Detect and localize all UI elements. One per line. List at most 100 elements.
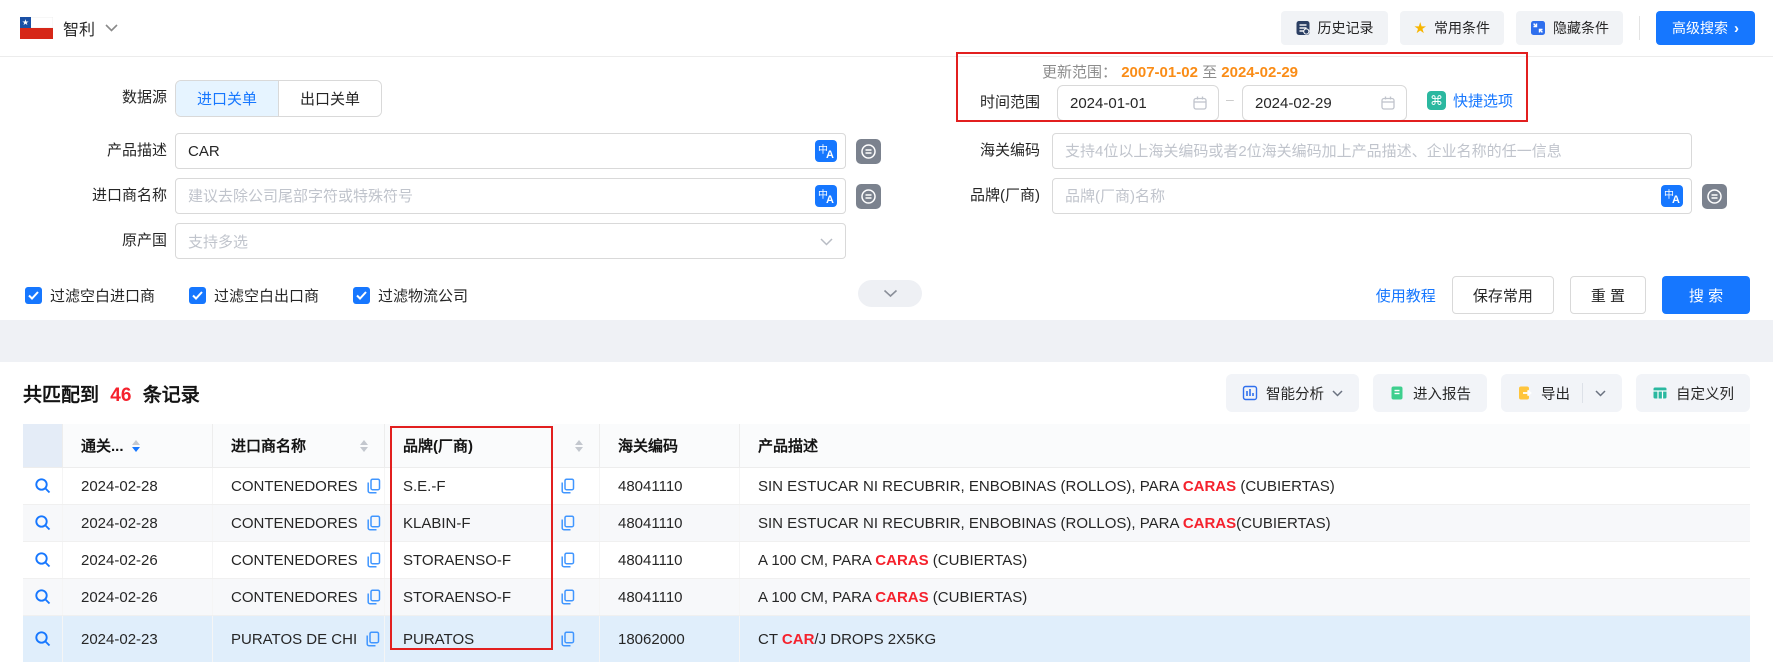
enter-report-button[interactable]: 进入报告: [1373, 374, 1487, 412]
desc-text: (CUBIERTAS): [1236, 478, 1335, 495]
cell-date: 2024-02-26: [63, 579, 213, 615]
desc-text: (CUBIERTAS): [929, 589, 1028, 606]
circle-equal-glyph: [1706, 188, 1723, 205]
translate-icon[interactable]: 中A: [1661, 185, 1683, 207]
header-importer[interactable]: 进口商名称: [213, 424, 385, 467]
smart-analysis-button[interactable]: 智能分析: [1226, 374, 1359, 412]
chevron-down-icon[interactable]: [1595, 390, 1606, 397]
search-detail-icon[interactable]: [34, 477, 52, 495]
report-notebook-icon: [1389, 385, 1405, 401]
hs-code-label: 海关编码: [945, 133, 1040, 169]
copy-icon[interactable]: [366, 631, 380, 647]
search-detail-icon[interactable]: [34, 551, 52, 569]
tab-import-declarations[interactable]: 进口关单: [176, 81, 278, 116]
brand-name: S.E.-F: [403, 478, 446, 495]
checkbox-filter-logistics[interactable]: 过滤物流公司: [353, 285, 468, 306]
importer-name-input[interactable]: [175, 178, 846, 214]
search-detail-icon[interactable]: [34, 630, 52, 648]
copy-icon[interactable]: [561, 515, 575, 531]
search-detail-icon[interactable]: [34, 514, 52, 532]
cell-importer: CONTENEDORES: [213, 579, 385, 615]
advanced-search-button[interactable]: 高级搜索 ›: [1656, 11, 1755, 45]
brand-input[interactable]: [1052, 178, 1692, 214]
match-mode-icon[interactable]: [856, 139, 881, 164]
translate-icon[interactable]: 中A: [815, 140, 837, 162]
product-desc-input[interactable]: [175, 133, 846, 169]
sort-desc-icon[interactable]: [360, 447, 368, 452]
checkbox-filter-blank-importer[interactable]: 过滤空白进口商: [25, 285, 155, 306]
checkbox-filter-blank-exporter[interactable]: 过滤空白出口商: [189, 285, 319, 306]
sort-asc-icon[interactable]: [132, 440, 140, 445]
update-range-from: 2007-01-02: [1121, 64, 1198, 81]
checkbox-checked-icon: [189, 287, 206, 304]
chile-flag-icon: ★: [20, 17, 53, 39]
match-mode-icon[interactable]: [856, 184, 881, 209]
tutorial-link[interactable]: 使用教程: [1376, 285, 1436, 306]
history-button[interactable]: 历史记录: [1281, 11, 1388, 45]
cell-date: 2024-02-26: [63, 542, 213, 578]
copy-icon[interactable]: [561, 478, 575, 494]
sort-desc-icon-active[interactable]: [132, 447, 140, 452]
header-product-desc[interactable]: 产品描述: [740, 424, 1750, 467]
sort-carets[interactable]: [132, 440, 140, 452]
tab-export-declarations[interactable]: 出口关单: [278, 81, 381, 116]
enter-report-label: 进入报告: [1413, 383, 1471, 404]
advanced-search-label: 高级搜索: [1672, 18, 1728, 38]
table-row[interactable]: 2024-02-28 CONTENEDORES KLABIN-F 4804111…: [23, 505, 1750, 542]
button-divider: [1582, 383, 1583, 403]
reset-button[interactable]: 重 置: [1570, 276, 1646, 314]
arrow-right-icon: ›: [1734, 21, 1739, 36]
date-to-input[interactable]: 2024-02-29: [1242, 85, 1407, 121]
copy-icon[interactable]: [367, 478, 381, 494]
header-hs-code[interactable]: 海关编码: [600, 424, 740, 467]
hide-conditions-button[interactable]: 隐藏条件: [1516, 11, 1623, 45]
cell-product-desc: A 100 CM, PARA CARAS (CUBIERTAS): [740, 542, 1750, 578]
sort-carets[interactable]: [575, 440, 583, 452]
cell-hs-code: 48041110: [600, 542, 740, 578]
search-detail-icon[interactable]: [34, 588, 52, 606]
copy-icon[interactable]: [561, 552, 575, 568]
header-brand[interactable]: 品牌(厂商): [385, 424, 600, 467]
translate-en-glyph: A: [1672, 194, 1680, 206]
results-bar: 共匹配到 46 条记录 智能分析: [0, 362, 1773, 424]
sort-carets[interactable]: [360, 440, 368, 452]
save-conditions-button[interactable]: 保存常用: [1452, 276, 1554, 314]
copy-icon[interactable]: [561, 631, 575, 647]
summary-suffix: 条记录: [143, 385, 200, 406]
favorite-conditions-label: 常用条件: [1434, 18, 1490, 38]
table-columns-icon: [1652, 385, 1668, 401]
table-row[interactable]: 2024-02-26 CONTENEDORES STORAENSO-F 4804…: [23, 542, 1750, 579]
copy-icon[interactable]: [367, 589, 381, 605]
table-row[interactable]: 2024-02-26 CONTENEDORES STORAENSO-F 4804…: [23, 579, 1750, 616]
chevron-down-icon: [820, 233, 833, 250]
custom-columns-button[interactable]: 自定义列: [1636, 374, 1750, 412]
cell-product-desc: SIN ESTUCAR NI RECUBRIR, ENBOBINAS (ROLL…: [740, 468, 1750, 504]
importer-name: CONTENEDORES: [231, 478, 358, 495]
desc-text: A 100 CM, PARA: [758, 552, 875, 569]
country-picker[interactable]: ★ 智利: [20, 16, 118, 40]
header-date[interactable]: 通关...: [63, 424, 213, 467]
export-button[interactable]: 导出: [1501, 374, 1622, 412]
hs-code-input[interactable]: [1052, 133, 1692, 169]
quick-options-link[interactable]: ⌘ 快捷选项: [1427, 90, 1513, 111]
table-row-selected[interactable]: 2024-02-23 PURATOS DE CHI PURATOS 180620…: [23, 616, 1750, 662]
origin-country-placeholder: 支持多选: [188, 231, 248, 252]
favorite-conditions-button[interactable]: ★ 常用条件: [1400, 11, 1504, 45]
search-button[interactable]: 搜 索: [1662, 276, 1750, 314]
collapse-form-button[interactable]: [858, 280, 922, 307]
copy-icon[interactable]: [367, 552, 381, 568]
sort-asc-icon[interactable]: [575, 440, 583, 445]
copy-icon[interactable]: [367, 515, 381, 531]
cell-product-desc: SIN ESTUCAR NI RECUBRIR, ENBOBINAS (ROLL…: [740, 505, 1750, 541]
translate-icon[interactable]: 中A: [815, 185, 837, 207]
date-from-input[interactable]: 2024-01-01: [1057, 85, 1219, 121]
table-row[interactable]: 2024-02-28 CONTENEDORES S.E.-F 48041110 …: [23, 468, 1750, 505]
sort-desc-icon[interactable]: [575, 447, 583, 452]
chevron-down-icon: [883, 289, 898, 298]
sort-asc-icon[interactable]: [360, 440, 368, 445]
origin-country-select[interactable]: 支持多选: [175, 223, 846, 259]
cell-product-desc: CT CAR/J DROPS 2X5KG: [740, 616, 1750, 662]
copy-icon[interactable]: [561, 589, 575, 605]
desc-text: (CUBIERTAS): [929, 552, 1028, 569]
match-mode-icon[interactable]: [1702, 184, 1727, 209]
